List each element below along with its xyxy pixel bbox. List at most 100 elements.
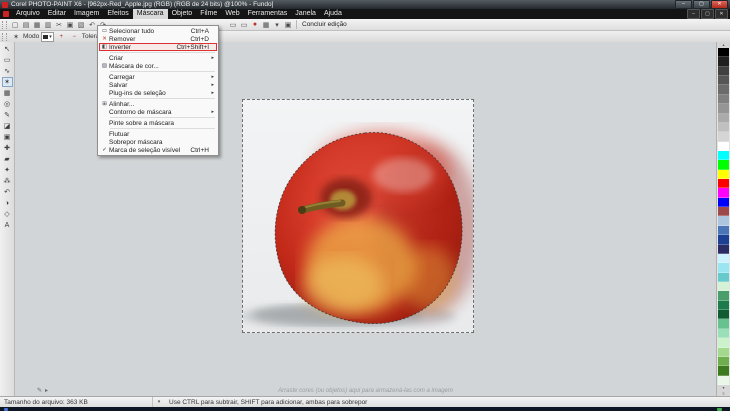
color-swatch-11[interactable] [718,151,729,160]
save-icon[interactable]: ▦ [32,20,42,29]
mask-grid-icon[interactable]: ▦ [261,20,271,29]
color-swatch-33[interactable] [718,357,729,366]
menu-item-plug-ins-de-selecao[interactable]: Plug-ins de seleção▸ [99,89,217,97]
color-swatch-21[interactable] [718,245,729,254]
color-swatch-19[interactable] [718,226,729,235]
color-swatch-3[interactable] [718,76,729,85]
touch-up-tool[interactable]: ✚ [2,143,13,153]
copy-icon[interactable]: ▣ [65,20,75,29]
menu-ajuda[interactable]: Ajuda [320,9,346,19]
mask-marquee-icon[interactable]: ▭ [228,20,238,29]
mask-subtract-button[interactable]: − [69,31,80,42]
color-swatch-29[interactable] [718,319,729,328]
menu-editar[interactable]: Editar [44,9,70,19]
zoom-tool[interactable]: ◎ [2,99,13,109]
color-swatch-4[interactable] [718,85,729,94]
pick-tool[interactable]: ↖ [2,44,13,54]
toolbar-grip[interactable] [2,21,7,29]
property-bar-grip[interactable] [2,33,7,41]
color-swatch-2[interactable] [718,67,729,76]
finish-doc-icon[interactable]: ▣ [283,20,293,29]
paste-icon[interactable]: ▧ [76,20,86,29]
menu-objeto[interactable]: Objeto [168,9,197,19]
menu-item-selecionar-tudo[interactable]: ▭Selecionar tudoCtrl+A [99,27,217,35]
undo-icon[interactable]: ↶ [87,20,97,29]
color-swatch-34[interactable] [718,366,729,375]
menu-arquivo[interactable]: Arquivo [12,9,44,19]
freehand-mask-tool[interactable]: ∿ [2,66,13,76]
mask-add-button[interactable]: + [56,31,67,42]
color-swatch-7[interactable] [718,114,729,123]
color-swatch-5[interactable] [718,95,729,104]
menu-item-pinte-sobre-a-mascara[interactable]: Pinte sobre a máscara [99,119,217,127]
color-swatch-35[interactable] [718,376,729,385]
clone-tool[interactable]: ▣ [2,132,13,142]
image-sprayer-tool[interactable]: ⁂ [2,176,13,186]
menu-item-sobrepor-mascara[interactable]: Sobrepor máscara [99,138,217,146]
new-icon[interactable]: ▢ [10,20,20,29]
color-swatch-22[interactable] [718,254,729,263]
maximize-button[interactable]: ▢ [693,0,710,9]
cut-icon[interactable]: ✂ [54,20,64,29]
mask-brush-dropdown-icon[interactable]: ▾ [272,20,282,29]
color-swatch-8[interactable] [718,123,729,132]
minimize-button[interactable]: – [675,0,692,9]
paint-tool[interactable]: ▰ [2,154,13,164]
menu-item-mascara-de-cor[interactable]: ▨Máscara de cor... [99,62,217,70]
menu-item-marca-de-selecao-visivel[interactable]: ✓Marca de seleção visívelCtrl+H [99,146,217,154]
eyedropper-tool[interactable]: ✎ [2,110,13,120]
color-swatch-9[interactable] [718,132,729,141]
doc-close-button[interactable]: ✕ [715,9,728,19]
doc-restore-button[interactable]: ▢ [701,9,714,19]
color-swatch-12[interactable] [718,160,729,169]
color-swatch-1[interactable] [718,57,729,66]
open-icon[interactable]: ▤ [21,20,31,29]
close-button[interactable]: ✕ [711,0,728,9]
eraser-tool[interactable]: ◪ [2,121,13,131]
finish-editing-label[interactable]: Concluir edição [302,21,347,28]
crop-tool[interactable]: ▦ [2,88,13,98]
print-icon[interactable]: ▥ [43,20,53,29]
menu-item-flutuar[interactable]: Flutuar [99,130,217,138]
menu-mascara[interactable]: Máscara [133,9,168,19]
color-swatch-17[interactable] [718,207,729,216]
menu-web[interactable]: Web [221,9,243,19]
menu-item-remover[interactable]: ✕RemoverCtrl+D [99,35,217,43]
mask-from-object-icon[interactable]: ▭ [239,20,249,29]
color-swatch-16[interactable] [718,198,729,207]
color-swatch-10[interactable] [718,142,729,151]
color-swatch-14[interactable] [718,179,729,188]
color-swatch-20[interactable] [718,235,729,244]
color-swatch-23[interactable] [718,263,729,272]
undo-brush-tool[interactable]: ↶ [2,187,13,197]
menu-janela[interactable]: Janela [291,9,320,19]
text-tool[interactable]: A [2,220,13,230]
mask-overlay-icon[interactable]: ● [250,20,260,29]
color-swatch-28[interactable] [718,310,729,319]
doc-minimize-button[interactable]: – [687,9,700,19]
magic-wand-mask-tool[interactable]: ✶ [2,77,13,87]
menu-ferramentas[interactable]: Ferramentas [244,9,292,19]
menu-efeitos[interactable]: Efeitos [103,9,132,19]
color-swatch-13[interactable] [718,170,729,179]
color-swatch-31[interactable] [718,338,729,347]
color-swatch-32[interactable] [718,348,729,357]
menu-filme[interactable]: Filme [196,9,221,19]
effect-tool[interactable]: ✦ [2,165,13,175]
color-swatch-6[interactable] [718,104,729,113]
color-swatch-30[interactable] [718,329,729,338]
menu-item-salvar[interactable]: Salvar▸ [99,81,217,89]
color-swatch-25[interactable] [718,282,729,291]
menu-item-criar[interactable]: Criar▸ [99,54,217,62]
apple-image[interactable] [242,99,474,333]
color-swatch-18[interactable] [718,216,729,225]
status-dropdown-icon[interactable]: ▾ [153,399,165,405]
color-swatch-26[interactable] [718,291,729,300]
color-swatch-27[interactable] [718,301,729,310]
mask-mode-dropdown[interactable]: ▾ [41,32,54,42]
color-swatch-0[interactable] [718,48,729,57]
menu-imagem[interactable]: Imagem [70,9,103,19]
shape-tool[interactable]: ◇ [2,209,13,219]
menu-item-alinhar[interactable]: ⊞Alinhar... [99,100,217,108]
rectangle-mask-tool[interactable]: ▭ [2,55,13,65]
